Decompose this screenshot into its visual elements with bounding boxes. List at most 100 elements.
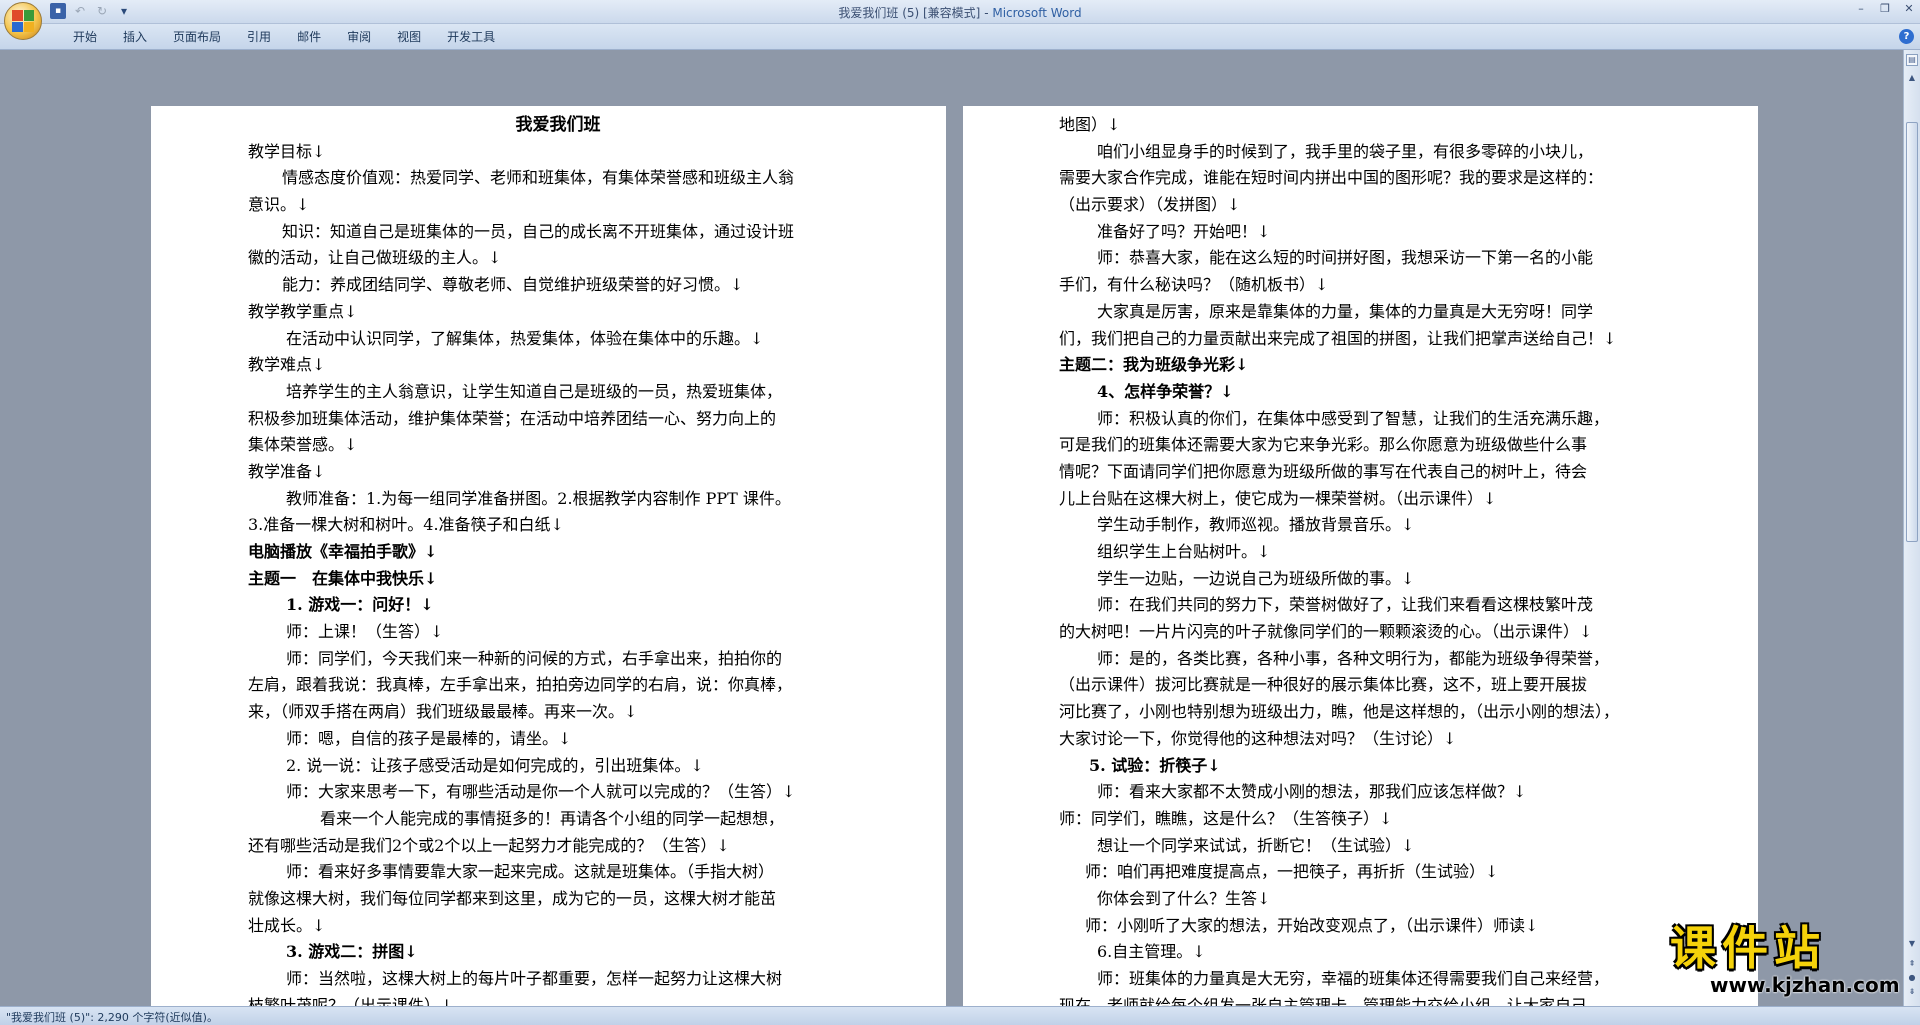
document-line: （出示要求）（发拼图）↓	[1059, 195, 1241, 215]
document-line: 主题二：我为班级争光彩↓	[1059, 355, 1249, 375]
document-line: 来，（师双手搭在两肩）我们班级最最棒。再来一次。↓	[248, 702, 638, 722]
scrollbar-thumb[interactable]	[1906, 122, 1918, 542]
document-line: 教学教学重点↓	[248, 301, 358, 321]
document-line: 你体会到了什么？生答↓	[1097, 888, 1271, 908]
document-title: 我爱我们班 (5) [兼容模式]	[838, 6, 981, 20]
document-line: 情呢？下面请同学们把你愿意为班级所做的事写在代表自己的树叶上，待会	[1059, 461, 1588, 481]
document-line: 师：看来大家都不太赞成小刚的想法，那我们应该怎样做？↓	[1097, 782, 1527, 802]
ribbon-tab[interactable]: 邮件	[284, 29, 334, 45]
document-line: 师：积极认真的你们，在集体中感受到了智慧，让我们的生活充满乐趣，	[1097, 408, 1610, 428]
document-line: 可是我们的班集体还需要大家为它来争光彩。那么你愿意为班级做些什么事	[1059, 435, 1588, 455]
document-line: 6.自主管理。↓	[1097, 942, 1206, 962]
document-line: 需要大家合作完成，谁能在短时间内拼出中国的图形呢？我的要求是这样的：	[1059, 168, 1604, 188]
document-page-1[interactable]: 我爱我们班 教学目标↓ 情感态度价值观：热爱同学、老师和班集体，有集体荣誉感和班级主…	[151, 106, 946, 1025]
document-line: 教师准备：1.为每一组同学准备拼图。2.根据教学内容制作 PPT 课件。	[286, 488, 791, 508]
document-line: 组织学生上台贴树叶。↓	[1097, 542, 1271, 561]
office-logo-icon	[12, 10, 34, 32]
minimize-icon[interactable]: –	[1854, 2, 1868, 16]
document-line: 积极参加班集体活动，维护集体荣誉；在活动中培养团结一心、努力向上的	[248, 408, 777, 428]
ribbon-tab[interactable]: 引用	[234, 29, 284, 45]
title-bar: ▪ ↶ ↻ ▾ 我爱我们班 (5) [兼容模式] - Microsoft Wor…	[0, 0, 1920, 40]
document-line: 师：小刚听了大家的想法，开始改变观点了，（出示课件）师读↓	[1085, 915, 1539, 935]
document-line: 能力：养成团结同学、尊敬老师、自觉维护班级荣誉的好习惯。↓	[282, 275, 744, 295]
document-line: 师：同学们，今天我们来一种新的问候的方式，右手拿出来，拍拍你的	[286, 648, 783, 668]
document-line: 师：大家来思考一下，有哪些活动是你一个人就可以完成的？（生答）↓	[286, 782, 796, 802]
watermark-logo: 课件站 www.kjzhan.com	[1670, 922, 1915, 1002]
ribbon-tabs: 开始 插入 页面布局 引用 邮件 审阅 视图 开发工具 ?	[0, 24, 1920, 50]
document-line: 情感态度价值观：热爱同学、老师和班集体，有集体荣誉感和班级主人翁	[282, 168, 795, 188]
close-icon[interactable]: ✕	[1902, 2, 1916, 16]
document-line: 大家讨论一下，你觉得他的这种想法对吗？（生讨论）↓	[1059, 728, 1457, 748]
document-line: 师：上课！（生答）↓	[286, 622, 444, 642]
status-bar: "我爱我们班 (5)": 2,290 个字符(近似值)。	[0, 1006, 1920, 1025]
document-line: 教学准备↓	[248, 461, 326, 481]
document-line: 意识。↓	[248, 195, 310, 215]
document-line: 想让一个同学来试试，折断它！（生试验）↓	[1097, 835, 1415, 855]
document-line: 在活动中认识同学，了解集体，热爱集体，体验在集体中的乐趣。↓	[286, 328, 764, 348]
page-2-content: 地图）↓ 咱们小组显身手的时候到了，我手里的袋子里，有很多零碎的小块儿， 需要大家合…	[1059, 112, 1679, 1025]
document-line: 看来一个人能完成的事情挺多的！再请各个小组的同学一起想想，	[320, 808, 785, 828]
ribbon-tab[interactable]: 页面布局	[160, 29, 234, 45]
document-line: 咱们小组显身手的时候到了，我手里的袋子里，有很多零碎的小块儿，	[1097, 141, 1594, 161]
document-line: 就像这棵大树，我们每位同学都来到这里，成为它的一员，这棵大树才能茁	[248, 888, 777, 908]
document-line: 壮成长。↓	[248, 915, 326, 935]
status-text: "我爱我们班 (5)": 2,290 个字符(近似值)。	[6, 1011, 218, 1024]
app-name: Microsoft Word	[992, 6, 1082, 20]
restore-icon[interactable]: ❐	[1878, 2, 1892, 16]
scroll-up-icon[interactable]: ▲	[1906, 72, 1918, 84]
document-line: 师：恭喜大家，能在这么短的时间拼好图，我想采访一下第一名的小能	[1097, 248, 1594, 268]
document-line: 2. 说一说：让孩子感受活动是如何完成的，引出班集体。↓	[286, 755, 704, 775]
document-line: 师：是的，各类比赛，各种小事，各种文明行为，都能为班级争得荣誉，	[1097, 648, 1610, 668]
document-line: 师：班集体的力量真是大无穷，幸福的班集体还得需要我们自己来经营，	[1097, 969, 1610, 988]
document-line: 儿上台贴在这棵大树上，使它成为一棵荣誉树。（出示课件）↓	[1059, 488, 1497, 508]
document-line: 3. 游戏二：拼图↓	[286, 942, 418, 962]
ribbon-tab[interactable]: 插入	[110, 29, 160, 45]
document-line: 学生动手制作，教师巡视。播放背景音乐。↓	[1097, 515, 1415, 535]
document-line: 左肩，跟着我说：我真棒，左手拿出来，拍拍旁边同学的右肩，说：你真棒，	[248, 675, 793, 695]
document-line: 电脑播放《幸福拍手歌》↓	[248, 542, 438, 561]
document-line: 教学目标↓	[248, 141, 326, 161]
tab-list: 开始 插入 页面布局 引用 邮件 审阅 视图 开发工具	[60, 29, 508, 45]
document-line: 还有哪些活动是我们2个或2个以上一起努力才能完成的？（生答）↓	[248, 835, 730, 855]
title-separator: -	[980, 6, 993, 20]
document-line: 5. 试验：折筷子↓	[1089, 755, 1221, 775]
document-line: 地图）↓	[1059, 115, 1121, 134]
document-page-2[interactable]: 地图）↓ 咱们小组显身手的时候到了，我手里的袋子里，有很多零碎的小块儿， 需要大家合…	[963, 106, 1758, 1025]
watermark-url: www.kjzhan.com	[1710, 973, 1900, 997]
document-line: 师：咱们再把难度提高点，一把筷子，再折折（生试验）↓	[1085, 862, 1499, 882]
ribbon-tab[interactable]: 开始	[60, 29, 110, 45]
document-line: 师：当然啦，这棵大树上的每片叶子都重要，怎样一起努力让这棵大树	[286, 969, 783, 988]
document-line: 4、怎样争荣誉？↓	[1097, 381, 1234, 401]
document-line: 主题一 在集体中我快乐↓	[248, 568, 438, 588]
ribbon-tab[interactable]: 开发工具	[434, 29, 508, 45]
document-line: 师：看来好多事情要靠大家一起来完成。这就是班集体。（手指大树）	[286, 862, 775, 882]
document-line: 培养学生的主人翁意识，让学生知道自己是班级的一员，热爱班集体，	[286, 381, 783, 401]
document-line: 们，我们把自己的力量贡献出来完成了祖国的拼图，让我们把掌声送给自己！↓	[1059, 328, 1617, 348]
ribbon-tab[interactable]: 视图	[384, 29, 434, 45]
window-title: 我爱我们班 (5) [兼容模式] - Microsoft Word	[0, 4, 1920, 21]
document-line: 准备好了吗？开始吧！↓	[1097, 221, 1271, 241]
watermark-title: 课件站	[1670, 921, 1826, 975]
document-line: 大家真是厉害，原来是靠集体的力量，集体的力量真是大无穷呀！同学	[1097, 301, 1594, 321]
document-line: 教学难点↓	[248, 355, 326, 375]
window-controls: – ❐ ✕	[1854, 2, 1916, 16]
page-1-content: 我爱我们班 教学目标↓ 情感态度价值观：热爱同学、老师和班集体，有集体荣誉感和班级主…	[248, 112, 868, 1025]
ribbon-tab[interactable]: 审阅	[334, 29, 384, 45]
help-icon[interactable]: ?	[1899, 29, 1914, 44]
document-line: 学生一边贴，一边说自己为班级所做的事。↓	[1097, 568, 1415, 588]
office-button[interactable]	[4, 2, 42, 40]
document-line: 师：同学们，瞧瞧，这是什么？（生答筷子）↓	[1059, 808, 1393, 828]
document-line: 师：在我们共同的努力下，荣誉树做好了，让我们来看看这棵枝繁叶茂	[1097, 595, 1594, 615]
document-line: 手们，有什么秘诀吗？（随机板书）↓	[1059, 275, 1329, 295]
view-ruler-icon[interactable]: ▤	[1906, 54, 1918, 66]
document-line: 的大树吧！一片片闪亮的叶子就像同学们的一颗颗滚烫的心。（出示课件）↓	[1059, 622, 1593, 642]
document-line: 徽的活动，让自己做班级的主人。↓	[248, 248, 502, 268]
document-line: （出示课件）拔河比赛就是一种很好的展示集体比赛，这不，班上要开展拔	[1059, 675, 1588, 695]
document-line: 河比赛了，小刚也特别想为班级出力，瞧，他是这样想的，（出示小刚的想法），	[1059, 702, 1620, 722]
vertical-scrollbar[interactable]: ▤ ▲ ▼ ⇞ ● ⇟	[1903, 50, 1920, 1006]
document-line: 师：嗯，自信的孩子是最棒的，请坐。↓	[286, 728, 572, 748]
document-line: 知识：知道自己是班集体的一员，自己的成长离不开班集体，通过设计班	[282, 221, 795, 241]
document-line: 集体荣誉感。↓	[248, 435, 358, 455]
document-workspace: 我爱我们班 教学目标↓ 情感态度价值观：热爱同学、老师和班集体，有集体荣誉感和班级主…	[0, 50, 1920, 1025]
document-line: 3.准备一棵大树和树叶。4.准备筷子和白纸↓	[248, 515, 564, 535]
